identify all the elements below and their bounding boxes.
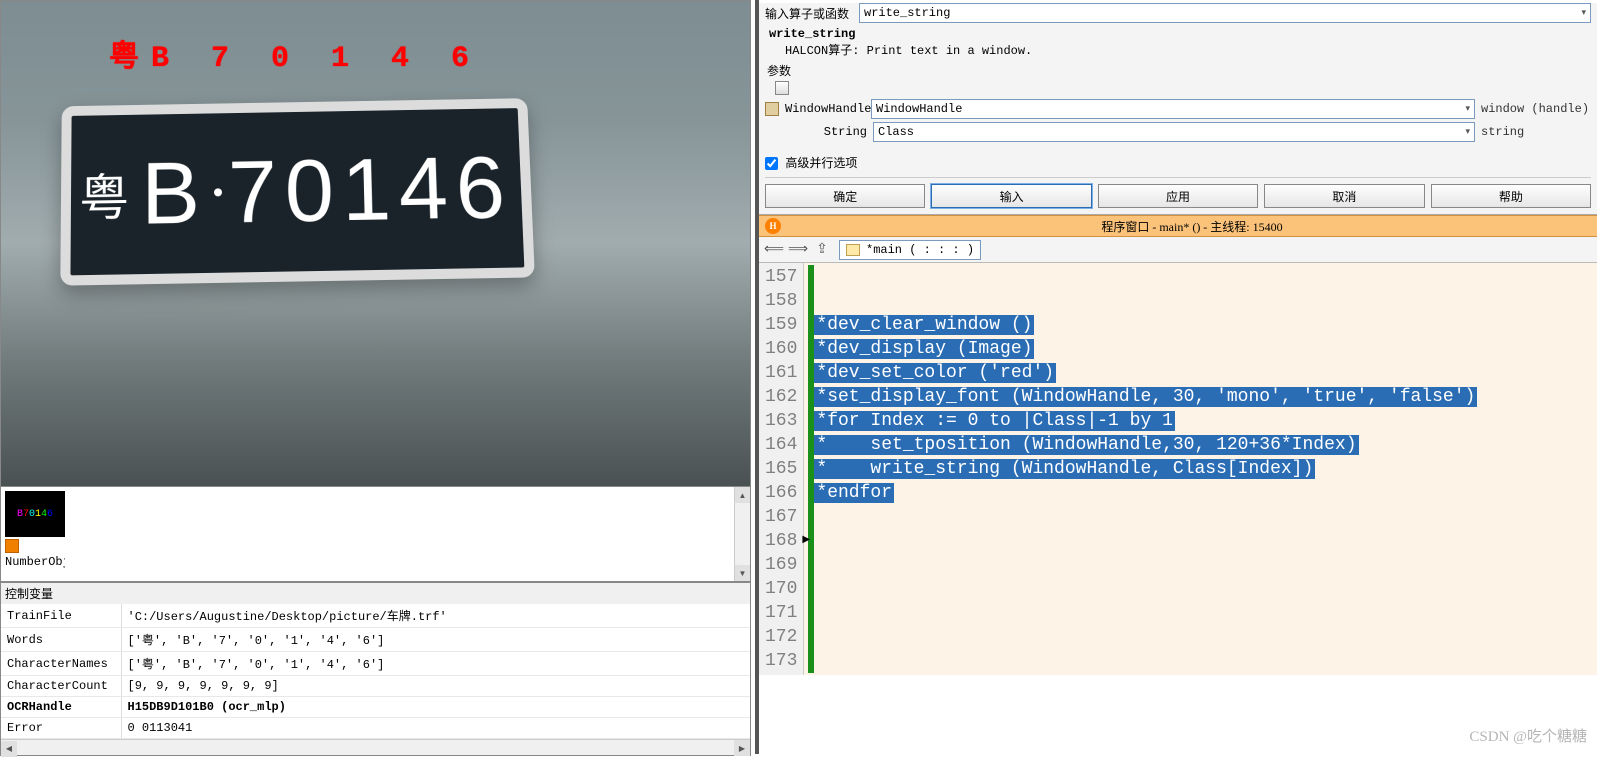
program-window-titlebar[interactable]: H 程序窗口 - main* () - 主线程: 15400 — [759, 215, 1597, 237]
thumbnail-label: NumberObje — [5, 555, 65, 569]
param-type: window (handle) — [1481, 102, 1591, 116]
code-line[interactable] — [808, 289, 1593, 313]
variable-value: H15DB9D101B0 (ocr_mlp) — [121, 697, 750, 718]
params-collapse-icon[interactable] — [775, 81, 789, 95]
code-line[interactable]: * set_tposition (WindowHandle,30, 120+36… — [808, 433, 1593, 457]
variable-row[interactable]: Words['粤', 'B', '7', '0', '1', '4', '6'] — [1, 628, 750, 652]
scope-selector[interactable]: *main ( : : : ) — [839, 240, 981, 260]
variable-row[interactable]: CharacterNames['粤', 'B', '7', '0', '1', … — [1, 652, 750, 676]
variable-name: TrainFile — [1, 604, 121, 628]
advanced-options-row: 高级并行选项 — [765, 154, 1591, 171]
operator-name: write_string — [765, 27, 1591, 41]
thumbnail-image: B70146 — [5, 491, 65, 537]
nav-forward-button[interactable]: ⟹ — [787, 240, 809, 260]
code-line[interactable]: *endfor — [808, 481, 1593, 505]
control-variables-header: 控制变量 — [1, 583, 750, 604]
object-thumbnail-bar: B70146 NumberObje ▲ ▼ — [0, 487, 751, 582]
param-type: string — [1481, 125, 1591, 139]
variable-row[interactable]: TrainFile'C:/Users/Augustine/Desktop/pic… — [1, 604, 750, 628]
dropdown-arrow-icon[interactable]: ▾ — [1581, 8, 1586, 18]
execution-pointer-icon: ▶ — [802, 529, 810, 553]
variables-table[interactable]: TrainFile'C:/Users/Augustine/Desktop/pic… — [1, 604, 750, 739]
variable-value: ['粤', 'B', '7', '0', '1', '4', '6'] — [121, 628, 750, 652]
program-window-title: 程序窗口 - main* () - 主线程: 15400 — [787, 218, 1597, 235]
help-button[interactable]: 帮助 — [1431, 184, 1591, 208]
variable-name: Words — [1, 628, 121, 652]
dropdown-arrow-icon[interactable]: ▾ — [1465, 127, 1470, 137]
advanced-options-checkbox-label[interactable]: 高级并行选项 — [765, 156, 857, 170]
param-row: WindowHandle WindowHandle▾ window (handle) — [765, 99, 1591, 119]
variable-row[interactable]: Error0 0113041 — [1, 718, 750, 739]
variable-value: [9, 9, 9, 9, 9, 9, 9] — [121, 676, 750, 697]
code-line[interactable] — [808, 625, 1593, 649]
scroll-down-icon[interactable]: ▼ — [735, 565, 750, 581]
halcon-app-icon: H — [765, 218, 781, 234]
control-variables-panel: 控制变量 TrainFile'C:/Users/Augustine/Deskto… — [0, 582, 751, 756]
thumbnail-scrollbar[interactable]: ▲ ▼ — [734, 487, 750, 581]
file-icon — [846, 244, 860, 256]
code-line[interactable] — [808, 649, 1593, 673]
program-window: H 程序窗口 - main* () - 主线程: 15400 ⟸ ⟹ ⇪ *ma… — [759, 215, 1597, 675]
variable-name: Error — [1, 718, 121, 739]
param-type-icon — [765, 102, 779, 116]
nav-up-button[interactable]: ⇪ — [811, 240, 833, 260]
parameters-header: 参数 — [767, 62, 1591, 79]
code-line[interactable]: *dev_display (Image) — [808, 337, 1593, 361]
variable-value: 0 0113041 — [121, 718, 750, 739]
ok-button[interactable]: 确定 — [765, 184, 925, 208]
param-value-input[interactable]: Class▾ — [873, 122, 1475, 142]
code-line[interactable]: *dev_clear_window () — [808, 313, 1593, 337]
code-line[interactable]: * write_string (WindowHandle, Class[Inde… — [808, 457, 1593, 481]
param-value-input[interactable]: WindowHandle▾ — [871, 99, 1475, 119]
apply-button[interactable]: 应用 — [1098, 184, 1258, 208]
cancel-button[interactable]: 取消 — [1264, 184, 1424, 208]
code-line[interactable]: *set_display_font (WindowHandle, 30, 'mo… — [808, 385, 1593, 409]
variable-name: OCRHandle — [1, 697, 121, 718]
enter-button[interactable]: 输入 — [931, 184, 1091, 208]
watermark: CSDN @吃个糖糖 — [1469, 725, 1587, 746]
code-editor[interactable]: 1571581591601611621631641651661671681691… — [759, 263, 1597, 675]
code-line[interactable]: *dev_set_color ('red') — [808, 361, 1593, 385]
code-line[interactable] — [808, 577, 1593, 601]
code-line[interactable] — [808, 265, 1593, 289]
code-line[interactable] — [808, 553, 1593, 577]
code-lines[interactable]: *dev_clear_window ()*dev_display (Image)… — [804, 263, 1597, 675]
param-row: String Class▾ string — [765, 122, 1591, 142]
line-number-gutter: 1571581591601611621631641651661671681691… — [759, 263, 804, 675]
variable-name: CharacterCount — [1, 676, 121, 697]
code-line[interactable]: ▶ — [808, 529, 1593, 553]
variable-value: 'C:/Users/Augustine/Desktop/picture/车牌.t… — [121, 604, 750, 628]
nav-back-button[interactable]: ⟸ — [763, 240, 785, 260]
scroll-left-icon[interactable]: ◀ — [1, 741, 17, 757]
variable-row[interactable]: CharacterCount[9, 9, 9, 9, 9, 9, 9] — [1, 676, 750, 697]
operator-input[interactable]: write_string ▾ — [859, 3, 1591, 23]
variable-value: ['粤', 'B', '7', '0', '1', '4', '6'] — [121, 652, 750, 676]
license-plate-mock: 粤B70146 — [60, 98, 535, 286]
code-line[interactable]: *for Index := 0 to |Class|-1 by 1 — [808, 409, 1593, 433]
dropdown-arrow-icon[interactable]: ▾ — [1465, 104, 1470, 114]
operator-panel: 输入算子或函数 write_string ▾ write_string HALC… — [759, 3, 1597, 215]
image-display-panel[interactable]: 粤B 7 0 1 4 6 粤B70146 — [0, 0, 751, 487]
variables-h-scrollbar[interactable]: ◀ ▶ — [1, 739, 750, 755]
ocr-result-overlay: 粤B 7 0 1 4 6 — [109, 31, 481, 76]
operator-description: HALCON算子: Print text in a window. — [765, 41, 1591, 58]
code-line[interactable] — [808, 505, 1593, 529]
region-type-icon — [5, 539, 19, 553]
operator-input-value: write_string — [864, 6, 950, 20]
advanced-options-checkbox[interactable] — [765, 157, 778, 170]
param-name: WindowHandle — [785, 102, 865, 116]
param-name: String — [787, 125, 867, 139]
object-thumbnail[interactable]: B70146 NumberObje — [5, 491, 65, 569]
operator-input-label: 输入算子或函数 — [765, 5, 855, 22]
scroll-up-icon[interactable]: ▲ — [735, 487, 750, 503]
program-toolbar: ⟸ ⟹ ⇪ *main ( : : : ) — [759, 237, 1597, 263]
variable-name: CharacterNames — [1, 652, 121, 676]
variable-row[interactable]: OCRHandleH15DB9D101B0 (ocr_mlp) — [1, 697, 750, 718]
code-line[interactable] — [808, 601, 1593, 625]
